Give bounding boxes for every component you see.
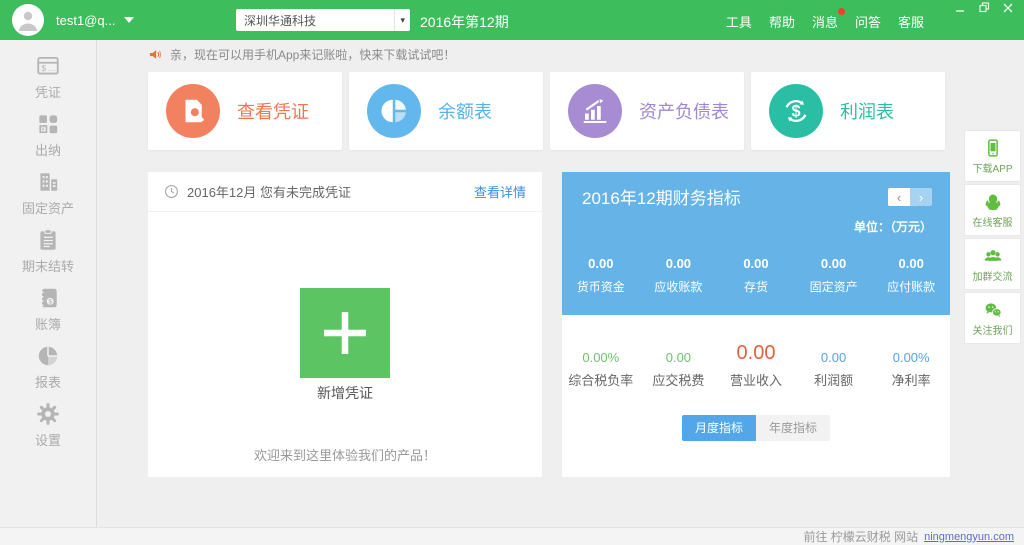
close-icon (1003, 3, 1013, 13)
window-controls (948, 0, 1020, 15)
add-voucher-button[interactable] (300, 288, 390, 378)
financial-indicator-panel: 2016年12期财务指标 ‹ › 单位：（万元） 0.00 货币资金 0.00 … (562, 172, 950, 477)
follow-us-widget[interactable]: 关注我们 (964, 292, 1021, 344)
phone-icon (983, 138, 1003, 158)
menu-qa[interactable]: 问答 (855, 12, 881, 31)
wechat-icon (982, 300, 1004, 320)
user-icon (18, 10, 38, 32)
notice-text: 亲，现在可以用手机App来记账啦，快来下载试试吧！ (170, 46, 455, 63)
footer: 前往 柠檬云财税 网站 ningmengyun.com (0, 527, 1024, 545)
sidebar-item-period-end[interactable]: 期末结转 (22, 227, 74, 285)
user-name: test1@q... (56, 13, 115, 28)
sidebar-item-settings[interactable]: 设置 (35, 401, 61, 459)
tab-yearly-indicators[interactable]: 年度指标 (756, 415, 830, 441)
sidebar-item-reports[interactable]: 报表 (35, 343, 61, 401)
welcome-text: 欢迎来到这里体验我们的产品！ (148, 445, 542, 464)
profit-sheet-icon: $ (769, 84, 823, 138)
voucher-icon: $ … (35, 53, 61, 79)
footer-text: 前往 柠檬云财税 网站 (803, 528, 918, 545)
metric-tax-burden-rate: 0.00% 综合税负率 (562, 350, 640, 389)
menu-help[interactable]: 帮助 (769, 12, 795, 31)
sidebar-item-voucher[interactable]: $ … 凭证 (35, 53, 61, 111)
sidebar: $ … 凭证 ¥ 出纳 固定资产 (0, 40, 97, 527)
voucher-panel-header: 2016年12月 您有未完成凭证 查看详情 (148, 172, 542, 212)
join-group-widget[interactable]: 加群交流 (964, 238, 1021, 290)
add-voucher-label: 新增凭证 (148, 383, 542, 403)
metric-tax-payable: 0.00 应交税费 (640, 350, 718, 389)
svg-text:$: $ (48, 299, 52, 306)
quick-cards: 查看凭证 余额表 资产负债表 (148, 72, 945, 150)
minimize-button[interactable] (948, 0, 972, 15)
qq-penguin-icon (983, 192, 1003, 212)
unfinished-voucher-text: 2016年12月 您有未完成凭证 (187, 182, 351, 201)
cashier-icon: ¥ (35, 111, 61, 137)
secondary-metrics: 0.00% 综合税负率 0.00 应交税费 0.00 营业收入 0.00 利润额… (562, 342, 950, 389)
sidebar-item-cashier[interactable]: ¥ 出纳 (35, 111, 61, 169)
period-end-icon (35, 227, 61, 253)
view-detail-link[interactable]: 查看详情 (474, 182, 526, 201)
metric-revenue: 0.00 营业收入 (717, 342, 795, 389)
restore-icon (979, 2, 990, 13)
profit-sheet-card[interactable]: $ 利润表 (751, 72, 945, 150)
metric-payables: 0.00 应付账款 (872, 256, 950, 295)
svg-text:$ …: $ … (41, 64, 56, 73)
metric-net-margin: 0.00% 净利率 (872, 350, 950, 389)
balance-sheet-icon (367, 84, 421, 138)
app-promo-notice: 亲，现在可以用手机App来记账啦，快来下载试试吧！ (148, 46, 455, 63)
reports-icon (35, 343, 61, 369)
titlebar-menu: 工具 帮助 消息 问答 客服 (726, 12, 924, 31)
menu-tools[interactable]: 工具 (726, 12, 752, 31)
download-app-widget[interactable]: 下载APP (964, 130, 1021, 182)
company-select[interactable]: 深圳华通科技 ▾ (236, 9, 410, 31)
ledger-icon: $ (35, 285, 61, 311)
metric-inventory: 0.00 存货 (717, 256, 795, 295)
side-widgets: 下载APP 在线客服 加群交流 关注我们 (964, 130, 1021, 344)
fixed-assets-icon (35, 169, 61, 195)
voucher-panel: 2016年12月 您有未完成凭证 查看详情 新增凭证 欢迎来到这里体验我们的产品… (148, 172, 542, 477)
unit-label: 单位：（万元） (854, 218, 932, 235)
indicator-blue-header: 2016年12期财务指标 ‹ › 单位：（万元） 0.00 货币资金 0.00 … (562, 172, 950, 315)
view-voucher-icon (166, 84, 220, 138)
avatar[interactable] (12, 4, 44, 36)
speaker-icon (148, 47, 163, 62)
view-voucher-card[interactable]: 查看凭证 (148, 72, 342, 150)
clock-icon (164, 184, 179, 199)
minimize-icon (955, 3, 965, 13)
close-button[interactable] (996, 0, 1020, 15)
online-service-widget[interactable]: 在线客服 (964, 184, 1021, 236)
tab-monthly-indicators[interactable]: 月度指标 (682, 415, 756, 441)
sidebar-item-ledger[interactable]: $ 账簿 (35, 285, 61, 343)
website-link[interactable]: ningmengyun.com (924, 531, 1014, 543)
plus-icon (317, 305, 373, 361)
select-arrow-icon: ▾ (394, 9, 405, 31)
user-menu[interactable]: test1@q... (56, 0, 134, 40)
period-label: 2016年第12期 (420, 12, 509, 32)
balance-sheet-card[interactable]: 余额表 (349, 72, 543, 150)
assets-liabilities-card[interactable]: 资产负债表 (550, 72, 744, 150)
indicator-tabs: 月度指标 年度指标 (562, 415, 950, 441)
indicator-title: 2016年12期财务指标 (582, 184, 741, 209)
next-period-button[interactable]: › (910, 188, 932, 206)
metric-receivables: 0.00 应收账款 (640, 256, 718, 295)
metric-cash: 0.00 货币资金 (562, 256, 640, 295)
prev-period-button[interactable]: ‹ (888, 188, 910, 206)
assets-liabilities-icon (568, 84, 622, 138)
group-icon (982, 246, 1004, 266)
svg-text:$: $ (791, 103, 800, 121)
notification-dot (838, 8, 845, 15)
metric-fixed-assets: 0.00 固定资产 (795, 256, 873, 295)
period-pager: ‹ › (888, 188, 932, 206)
restore-button[interactable] (972, 0, 996, 15)
chevron-down-icon (124, 17, 134, 23)
company-name: 深圳华通科技 (244, 12, 316, 29)
menu-service[interactable]: 客服 (898, 12, 924, 31)
primary-metrics: 0.00 货币资金 0.00 应收账款 0.00 存货 0.00 固定资产 0.… (562, 256, 950, 295)
metric-profit: 0.00 利润额 (795, 350, 873, 389)
sidebar-item-fixed-assets[interactable]: 固定资产 (22, 169, 74, 227)
titlebar: test1@q... 深圳华通科技 ▾ 2016年第12期 工具 帮助 消息 问… (0, 0, 1024, 40)
menu-messages[interactable]: 消息 (812, 12, 838, 31)
settings-gear-icon (35, 401, 61, 427)
